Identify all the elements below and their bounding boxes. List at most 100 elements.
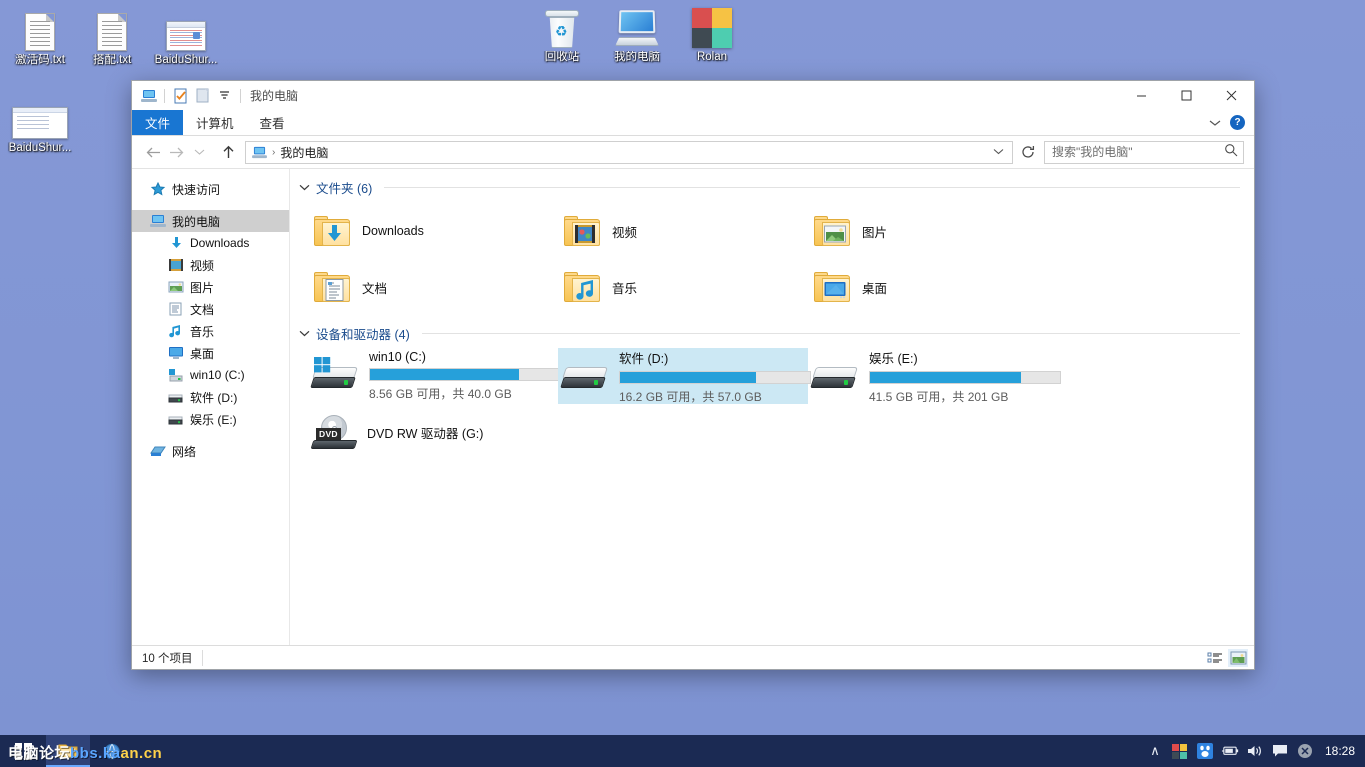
ribbon-tabs[interactable]: 文件 计算机 查看 ? [132,110,1254,136]
show-hidden-icons[interactable]: ∧ [1146,742,1164,760]
desktop-icon-recycle-bin[interactable]: ♻ 回收站 [522,2,602,64]
folders-container: Downloads 视频 图片文档 音乐 桌面 [290,200,1254,315]
file-list-view[interactable]: 文件夹 (6) Downloads 视频 图片文档 音乐 桌面设备和驱动器 (4) win… [290,169,1254,645]
title-bar[interactable]: 我的电脑 [132,81,1254,110]
tab-file[interactable]: 文件 [132,110,184,135]
sidebar-item-label: 网络 [172,444,197,459]
group-divider [384,187,1240,188]
folder-tile[interactable]: 桌面 [808,259,1058,315]
sidebar-item-10[interactable]: 娱乐 (E:) [132,408,289,430]
capacity-bar [869,370,1061,384]
search-icon[interactable] [1224,143,1238,162]
search-box[interactable] [1044,140,1244,164]
breadcrumb-current[interactable]: 我的电脑 [280,144,328,161]
group-header-0[interactable]: 文件夹 (6) [290,169,1254,200]
navigation-pane[interactable]: 快速访问我的电脑 Downloads 视频图片文档音乐桌面 win10 (C:) 软件 … [132,169,290,645]
sidebar-item-3[interactable]: 视频 [132,254,289,276]
sidebar-item-1[interactable]: 我的电脑 [132,210,289,232]
my-computer-icon[interactable] [140,87,157,104]
sidebar-item-2[interactable]: Downloads [132,232,289,254]
up-button[interactable] [217,141,239,163]
customize-dropdown-icon[interactable] [216,87,233,104]
sidebar-item-8[interactable]: win10 (C:) [132,364,289,386]
desktop-icon-match-txt[interactable]: 搭配.txt [72,5,152,67]
desktop-icon-rolan[interactable]: Rolan [672,2,752,64]
action-center-icon[interactable] [1271,742,1289,760]
close-button[interactable] [1209,81,1254,110]
forward-button[interactable] [165,141,187,163]
hard-drive-icon [168,389,184,405]
address-bar[interactable]: › 我的电脑 [245,140,1013,164]
large-icons-view-icon[interactable] [1228,648,1248,667]
sidebar-item-9[interactable]: 软件 (D:) [132,386,289,408]
sidebar-item-label: 音乐 [190,324,215,339]
folder-tile[interactable]: 视频 [558,203,808,259]
clock[interactable]: 18:28 [1325,744,1355,758]
folder-tile[interactable]: Downloads [308,203,558,259]
downloads-icon [168,235,184,251]
tab-view[interactable]: 查看 [247,110,298,135]
text-file-icon [0,5,80,51]
group-title: 设备和驱动器 (4) [316,328,410,342]
desktop-icon-baidushurufa-2[interactable]: BaiduShur... [0,93,80,155]
help-icon[interactable]: ? [1230,115,1245,130]
network-icon [150,443,166,459]
chevron-down-icon[interactable] [299,328,310,340]
quick-access-toolbar[interactable] [140,87,243,104]
folder-tile[interactable]: 音乐 [558,259,808,315]
desktop-icon-label: 搭配.txt [92,54,132,66]
folder-tile[interactable]: 图片 [808,203,1058,259]
sidebar-item-label: 图片 [190,280,215,295]
drive-tile[interactable]: win10 (C:) 8.56 GB 可用，共 40.0 GB [308,348,561,404]
window-controls[interactable] [1119,81,1254,110]
system-tray[interactable]: ∧ 18:28 [1146,742,1365,760]
details-view-icon[interactable] [1205,649,1225,667]
address-dropdown-icon[interactable] [989,147,1008,158]
close-notification-icon[interactable] [1296,742,1314,760]
maximize-button[interactable] [1164,81,1209,110]
file-explorer-window[interactable]: 我的电脑 文件 计算机 查看 ? › 我的电脑 搜索"我的电脑" 快速访问 我的… [131,80,1255,670]
volume-icon[interactable] [1246,742,1264,760]
baidu-shurufa-icon [146,5,226,51]
folder-tile[interactable]: 文档 [308,259,558,315]
back-button[interactable] [142,141,164,163]
start-button[interactable] [0,735,46,767]
chevron-down-icon[interactable] [1209,114,1221,132]
group-header-1[interactable]: 设备和驱动器 (4) [290,315,1254,346]
refresh-button[interactable] [1017,141,1039,163]
desktop-icon-my-computer[interactable]: 我的电脑 [597,2,677,64]
taskbar[interactable]: ∧ 18:28 [0,735,1365,767]
desktop-icon-baidushurufa-1[interactable]: BaiduShur... [146,5,226,67]
windows-drive-icon [310,357,358,392]
desktop-icon-label: BaiduShur... [154,54,218,66]
taskbar-item-explorer[interactable] [46,735,90,767]
desktop-icon-activation-txt[interactable]: 激活码.txt [0,5,80,67]
baidu-tray-icon[interactable] [1196,742,1214,760]
item-count-label: 10 个项目 [142,649,203,666]
sidebar-item-7[interactable]: 桌面 [132,342,289,364]
tab-computer[interactable]: 计算机 [183,110,247,135]
windows-security-icon[interactable] [1171,742,1189,760]
sidebar-item-5[interactable]: 文档 [132,298,289,320]
sidebar-item-0[interactable]: 快速访问 [132,178,289,200]
sidebar-item-6[interactable]: 音乐 [132,320,289,342]
documents-icon [168,301,184,317]
recent-locations-button[interactable] [188,141,210,163]
sidebar-item-11[interactable]: 网络 [132,440,289,462]
properties-icon[interactable] [172,87,189,104]
drive-free-space: 41.5 GB 可用，共 201 GB [869,389,1009,404]
drive-tile[interactable]: 娱乐 (E:) 41.5 GB 可用，共 201 GB [808,348,1061,404]
search-input[interactable] [1052,145,1224,159]
drive-tile[interactable]: DVD DVD RW 驱动器 (G:) [308,404,558,460]
chevron-down-icon[interactable] [299,182,310,194]
battery-icon[interactable] [1221,742,1239,760]
sidebar-item-label: win10 (C:) [190,368,245,382]
sidebar-item-4[interactable]: 图片 [132,276,289,298]
navigation-bar[interactable]: › 我的电脑 [132,136,1254,168]
toolbar-divider [240,88,241,103]
new-folder-icon[interactable] [194,87,211,104]
desktop-icon-label: Rolan [696,51,728,63]
minimize-button[interactable] [1119,81,1164,110]
drive-tile[interactable]: 软件 (D:) 16.2 GB 可用，共 57.0 GB [558,348,811,404]
taskbar-item-browser[interactable] [90,735,134,767]
